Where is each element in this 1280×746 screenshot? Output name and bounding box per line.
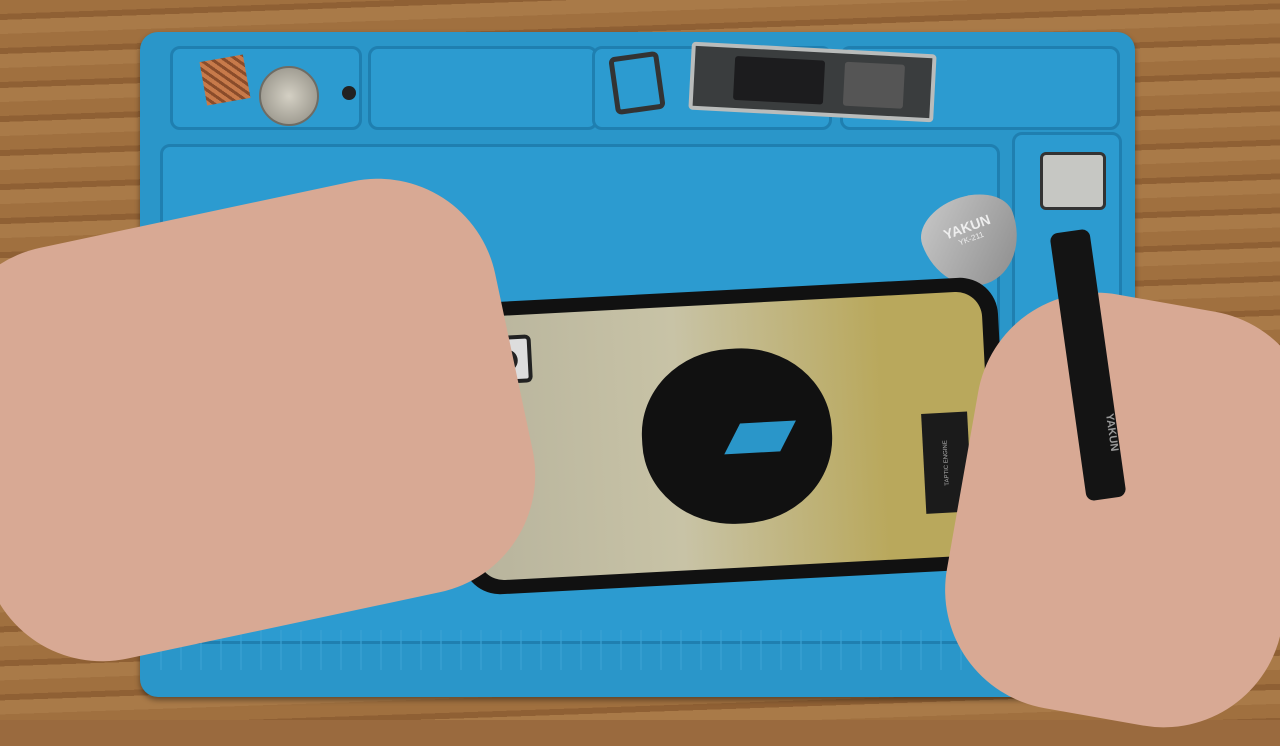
screw — [342, 86, 356, 100]
iphone-housing: TAPTIC ENGINE — [448, 275, 1012, 597]
logic-board — [688, 41, 937, 123]
mat-ruler — [160, 630, 1090, 670]
wireless-charging-coil — [637, 343, 837, 529]
mat-tray — [368, 46, 598, 130]
sim-tray — [608, 50, 666, 116]
copper-heatsink — [199, 54, 251, 106]
coin — [259, 66, 319, 126]
housing-interior: TAPTIC ENGINE — [465, 290, 995, 582]
sim-card-reader — [1040, 152, 1106, 210]
